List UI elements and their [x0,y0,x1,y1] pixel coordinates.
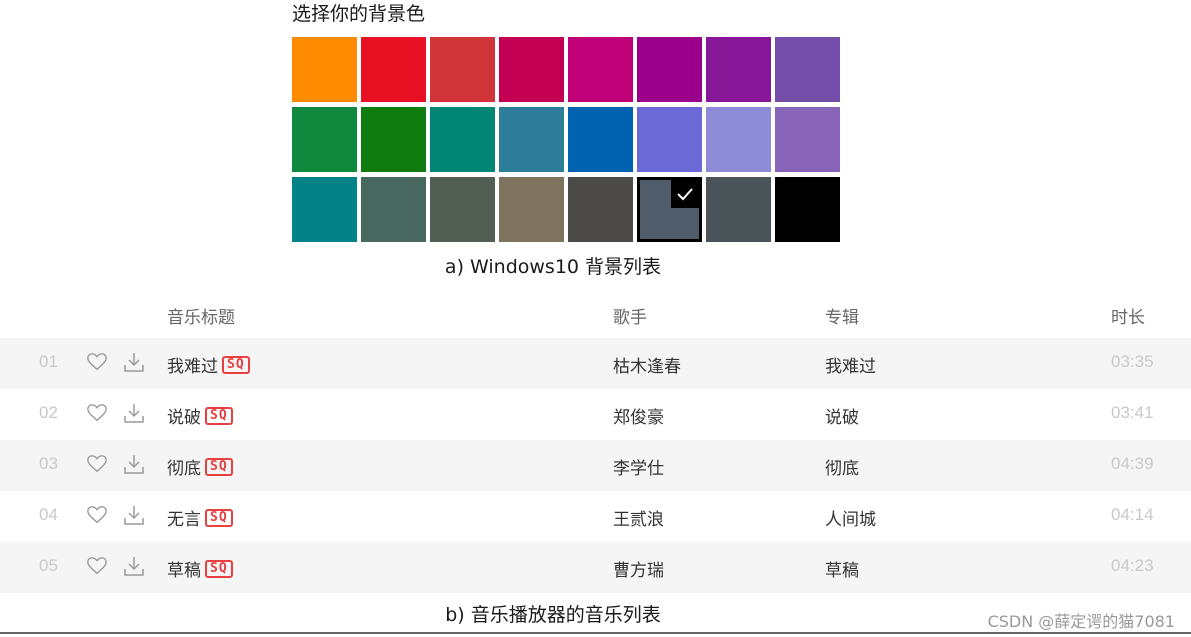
track-duration: 04:14 [1111,505,1154,524]
track-title-cell: 我难过 SQ [167,352,250,377]
color-swatch[interactable] [706,107,771,172]
color-swatch[interactable] [637,107,702,172]
table-row[interactable]: 02 说破 SQ 郑俊豪 说破 03:41 [0,389,1191,440]
sq-badge: SQ [205,559,233,578]
heart-icon[interactable] [86,402,108,429]
checkmark-icon [671,180,699,208]
track-index: 02 [39,403,58,422]
divider [0,632,1191,634]
track-album[interactable]: 彻底 [825,454,859,479]
music-list-header: 音乐标题 歌手 专辑 时长 [0,292,1191,338]
sq-badge: SQ [205,406,233,425]
color-swatch[interactable] [499,107,564,172]
track-title[interactable]: 说破 [167,403,201,428]
track-album[interactable]: 人间城 [825,505,876,530]
header-title[interactable]: 音乐标题 [167,303,235,328]
color-swatch[interactable] [292,37,357,102]
track-title-cell: 彻底 SQ [167,454,233,479]
track-album[interactable]: 我难过 [825,352,876,377]
track-title[interactable]: 彻底 [167,454,201,479]
color-swatch[interactable] [568,37,633,102]
color-swatch[interactable] [430,177,495,242]
track-title-cell: 无言 SQ [167,505,233,530]
heart-icon[interactable] [86,351,108,378]
watermark: CSDN @薛定谔的猫7081 [987,612,1175,631]
table-row[interactable]: 01 我难过 SQ 枯木逢春 我难过 03:35 [0,338,1191,389]
color-swatch[interactable] [568,107,633,172]
music-list: 01 我难过 SQ 枯木逢春 我难过 03:35 02 说破 SQ 郑俊豪 说破 03:41 03 彻底 S… [0,338,1191,593]
track-singer[interactable]: 郑俊豪 [613,403,664,428]
color-swatch[interactable] [361,177,426,242]
sq-badge: SQ [222,355,250,374]
track-index: 05 [39,556,58,575]
color-swatch[interactable] [775,37,840,102]
color-swatch[interactable] [637,37,702,102]
heart-icon[interactable] [86,504,108,531]
color-swatch-selected[interactable] [637,177,702,242]
table-row[interactable]: 04 无言 SQ 王贰浪 人间城 04:14 [0,491,1191,542]
color-swatch[interactable] [499,177,564,242]
color-swatch[interactable] [706,177,771,242]
track-singer[interactable]: 曹方瑞 [613,556,664,581]
color-swatch[interactable] [430,107,495,172]
header-singer[interactable]: 歌手 [613,303,647,328]
track-index: 04 [39,505,58,524]
color-swatch[interactable] [706,37,771,102]
table-row[interactable]: 05 草稿 SQ 曹方瑞 草稿 04:23 [0,542,1191,593]
track-album[interactable]: 说破 [825,403,859,428]
track-title-cell: 说破 SQ [167,403,233,428]
caption-b: b) 音乐播放器的音乐列表 [445,604,661,626]
download-icon[interactable] [122,401,146,430]
header-album[interactable]: 专辑 [825,303,859,328]
color-swatch[interactable] [292,107,357,172]
track-title[interactable]: 无言 [167,505,201,530]
track-album[interactable]: 草稿 [825,556,859,581]
track-duration: 04:23 [1111,556,1154,575]
table-row[interactable]: 03 彻底 SQ 李学仕 彻底 04:39 [0,440,1191,491]
track-singer[interactable]: 枯木逢春 [613,352,681,377]
track-index: 01 [39,352,58,371]
track-duration: 03:35 [1111,352,1154,371]
sq-badge: SQ [205,508,233,527]
palette-title: 选择你的背景色 [292,3,426,25]
track-duration: 03:41 [1111,403,1154,422]
color-swatch[interactable] [775,177,840,242]
color-swatch[interactable] [499,37,564,102]
track-singer[interactable]: 李学仕 [613,454,664,479]
color-swatch[interactable] [292,177,357,242]
heart-icon[interactable] [86,555,108,582]
header-duration[interactable]: 时长 [1111,303,1145,328]
color-swatch[interactable] [430,37,495,102]
track-duration: 04:39 [1111,454,1154,473]
track-title[interactable]: 我难过 [167,352,218,377]
sq-badge: SQ [205,457,233,476]
track-index: 03 [39,454,58,473]
download-icon[interactable] [122,503,146,532]
color-swatch[interactable] [361,37,426,102]
color-swatch[interactable] [568,177,633,242]
track-title[interactable]: 草稿 [167,556,201,581]
download-icon[interactable] [122,350,146,379]
track-title-cell: 草稿 SQ [167,556,233,581]
track-singer[interactable]: 王贰浪 [613,505,664,530]
color-palette-grid [292,37,840,242]
color-swatch[interactable] [775,107,840,172]
download-icon[interactable] [122,452,146,481]
color-swatch[interactable] [361,107,426,172]
download-icon[interactable] [122,554,146,583]
heart-icon[interactable] [86,453,108,480]
caption-a: a) Windows10 背景列表 [444,256,662,278]
